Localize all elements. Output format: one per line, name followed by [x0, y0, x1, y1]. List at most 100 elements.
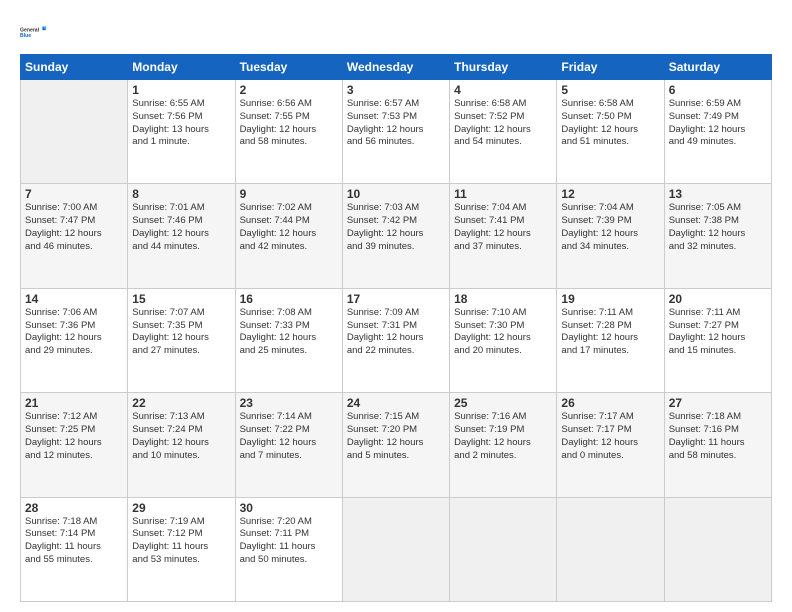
day-number: 2 — [240, 83, 338, 97]
calendar-week-row: 28Sunrise: 7:18 AM Sunset: 7:14 PM Dayli… — [21, 497, 772, 601]
calendar-week-row: 7Sunrise: 7:00 AM Sunset: 7:47 PM Daylig… — [21, 184, 772, 288]
calendar-cell: 23Sunrise: 7:14 AM Sunset: 7:22 PM Dayli… — [235, 393, 342, 497]
day-info: Sunrise: 6:57 AM Sunset: 7:53 PM Dayligh… — [347, 98, 445, 149]
calendar-cell: 18Sunrise: 7:10 AM Sunset: 7:30 PM Dayli… — [450, 288, 557, 392]
day-info: Sunrise: 7:14 AM Sunset: 7:22 PM Dayligh… — [240, 411, 338, 462]
day-header-thursday: Thursday — [450, 55, 557, 80]
calendar-cell: 5Sunrise: 6:58 AM Sunset: 7:50 PM Daylig… — [557, 80, 664, 184]
calendar-cell: 3Sunrise: 6:57 AM Sunset: 7:53 PM Daylig… — [342, 80, 449, 184]
calendar-cell: 20Sunrise: 7:11 AM Sunset: 7:27 PM Dayli… — [664, 288, 771, 392]
calendar-cell: 9Sunrise: 7:02 AM Sunset: 7:44 PM Daylig… — [235, 184, 342, 288]
day-number: 3 — [347, 83, 445, 97]
day-info: Sunrise: 6:55 AM Sunset: 7:56 PM Dayligh… — [132, 98, 230, 149]
day-info: Sunrise: 7:20 AM Sunset: 7:11 PM Dayligh… — [240, 516, 338, 567]
day-info: Sunrise: 7:10 AM Sunset: 7:30 PM Dayligh… — [454, 307, 552, 358]
calendar-week-row: 14Sunrise: 7:06 AM Sunset: 7:36 PM Dayli… — [21, 288, 772, 392]
day-info: Sunrise: 6:58 AM Sunset: 7:50 PM Dayligh… — [561, 98, 659, 149]
calendar-header-row: SundayMondayTuesdayWednesdayThursdayFrid… — [21, 55, 772, 80]
calendar-cell: 28Sunrise: 7:18 AM Sunset: 7:14 PM Dayli… — [21, 497, 128, 601]
logo: GeneralBlue — [20, 18, 48, 46]
day-number: 27 — [669, 396, 767, 410]
calendar-cell: 15Sunrise: 7:07 AM Sunset: 7:35 PM Dayli… — [128, 288, 235, 392]
calendar-cell: 7Sunrise: 7:00 AM Sunset: 7:47 PM Daylig… — [21, 184, 128, 288]
day-info: Sunrise: 6:58 AM Sunset: 7:52 PM Dayligh… — [454, 98, 552, 149]
day-info: Sunrise: 7:12 AM Sunset: 7:25 PM Dayligh… — [25, 411, 123, 462]
day-header-friday: Friday — [557, 55, 664, 80]
calendar-cell: 4Sunrise: 6:58 AM Sunset: 7:52 PM Daylig… — [450, 80, 557, 184]
calendar-cell — [21, 80, 128, 184]
day-number: 15 — [132, 292, 230, 306]
day-info: Sunrise: 7:08 AM Sunset: 7:33 PM Dayligh… — [240, 307, 338, 358]
day-number: 17 — [347, 292, 445, 306]
day-info: Sunrise: 7:09 AM Sunset: 7:31 PM Dayligh… — [347, 307, 445, 358]
header: GeneralBlue — [20, 18, 772, 46]
day-number: 9 — [240, 187, 338, 201]
calendar-cell — [557, 497, 664, 601]
day-number: 30 — [240, 501, 338, 515]
calendar: SundayMondayTuesdayWednesdayThursdayFrid… — [20, 54, 772, 602]
calendar-cell: 17Sunrise: 7:09 AM Sunset: 7:31 PM Dayli… — [342, 288, 449, 392]
svg-text:Blue: Blue — [20, 33, 31, 39]
calendar-cell — [450, 497, 557, 601]
day-number: 4 — [454, 83, 552, 97]
logo-icon: GeneralBlue — [20, 18, 48, 46]
day-number: 25 — [454, 396, 552, 410]
calendar-cell — [664, 497, 771, 601]
day-header-tuesday: Tuesday — [235, 55, 342, 80]
day-info: Sunrise: 7:01 AM Sunset: 7:46 PM Dayligh… — [132, 202, 230, 253]
day-number: 20 — [669, 292, 767, 306]
day-number: 29 — [132, 501, 230, 515]
day-info: Sunrise: 7:06 AM Sunset: 7:36 PM Dayligh… — [25, 307, 123, 358]
day-header-saturday: Saturday — [664, 55, 771, 80]
day-info: Sunrise: 7:02 AM Sunset: 7:44 PM Dayligh… — [240, 202, 338, 253]
day-info: Sunrise: 6:56 AM Sunset: 7:55 PM Dayligh… — [240, 98, 338, 149]
day-number: 24 — [347, 396, 445, 410]
day-info: Sunrise: 7:15 AM Sunset: 7:20 PM Dayligh… — [347, 411, 445, 462]
day-info: Sunrise: 7:11 AM Sunset: 7:27 PM Dayligh… — [669, 307, 767, 358]
day-info: Sunrise: 7:00 AM Sunset: 7:47 PM Dayligh… — [25, 202, 123, 253]
day-number: 19 — [561, 292, 659, 306]
calendar-cell: 21Sunrise: 7:12 AM Sunset: 7:25 PM Dayli… — [21, 393, 128, 497]
day-number: 6 — [669, 83, 767, 97]
calendar-cell: 1Sunrise: 6:55 AM Sunset: 7:56 PM Daylig… — [128, 80, 235, 184]
calendar-cell: 11Sunrise: 7:04 AM Sunset: 7:41 PM Dayli… — [450, 184, 557, 288]
calendar-cell: 6Sunrise: 6:59 AM Sunset: 7:49 PM Daylig… — [664, 80, 771, 184]
day-info: Sunrise: 7:05 AM Sunset: 7:38 PM Dayligh… — [669, 202, 767, 253]
day-header-monday: Monday — [128, 55, 235, 80]
calendar-cell: 24Sunrise: 7:15 AM Sunset: 7:20 PM Dayli… — [342, 393, 449, 497]
calendar-cell: 12Sunrise: 7:04 AM Sunset: 7:39 PM Dayli… — [557, 184, 664, 288]
day-number: 22 — [132, 396, 230, 410]
day-info: Sunrise: 7:17 AM Sunset: 7:17 PM Dayligh… — [561, 411, 659, 462]
day-info: Sunrise: 7:04 AM Sunset: 7:39 PM Dayligh… — [561, 202, 659, 253]
day-number: 7 — [25, 187, 123, 201]
calendar-cell: 8Sunrise: 7:01 AM Sunset: 7:46 PM Daylig… — [128, 184, 235, 288]
svg-text:General: General — [20, 28, 40, 34]
day-number: 18 — [454, 292, 552, 306]
calendar-cell: 22Sunrise: 7:13 AM Sunset: 7:24 PM Dayli… — [128, 393, 235, 497]
day-number: 8 — [132, 187, 230, 201]
day-info: Sunrise: 7:11 AM Sunset: 7:28 PM Dayligh… — [561, 307, 659, 358]
day-number: 13 — [669, 187, 767, 201]
calendar-cell: 14Sunrise: 7:06 AM Sunset: 7:36 PM Dayli… — [21, 288, 128, 392]
calendar-cell: 30Sunrise: 7:20 AM Sunset: 7:11 PM Dayli… — [235, 497, 342, 601]
day-number: 5 — [561, 83, 659, 97]
calendar-cell: 27Sunrise: 7:18 AM Sunset: 7:16 PM Dayli… — [664, 393, 771, 497]
day-info: Sunrise: 6:59 AM Sunset: 7:49 PM Dayligh… — [669, 98, 767, 149]
day-header-wednesday: Wednesday — [342, 55, 449, 80]
day-number: 26 — [561, 396, 659, 410]
day-number: 23 — [240, 396, 338, 410]
day-header-sunday: Sunday — [21, 55, 128, 80]
day-number: 28 — [25, 501, 123, 515]
day-info: Sunrise: 7:18 AM Sunset: 7:14 PM Dayligh… — [25, 516, 123, 567]
calendar-cell — [342, 497, 449, 601]
day-info: Sunrise: 7:13 AM Sunset: 7:24 PM Dayligh… — [132, 411, 230, 462]
day-info: Sunrise: 7:16 AM Sunset: 7:19 PM Dayligh… — [454, 411, 552, 462]
day-number: 11 — [454, 187, 552, 201]
calendar-week-row: 1Sunrise: 6:55 AM Sunset: 7:56 PM Daylig… — [21, 80, 772, 184]
calendar-cell: 16Sunrise: 7:08 AM Sunset: 7:33 PM Dayli… — [235, 288, 342, 392]
day-number: 12 — [561, 187, 659, 201]
day-number: 1 — [132, 83, 230, 97]
day-info: Sunrise: 7:03 AM Sunset: 7:42 PM Dayligh… — [347, 202, 445, 253]
day-info: Sunrise: 7:04 AM Sunset: 7:41 PM Dayligh… — [454, 202, 552, 253]
day-number: 10 — [347, 187, 445, 201]
